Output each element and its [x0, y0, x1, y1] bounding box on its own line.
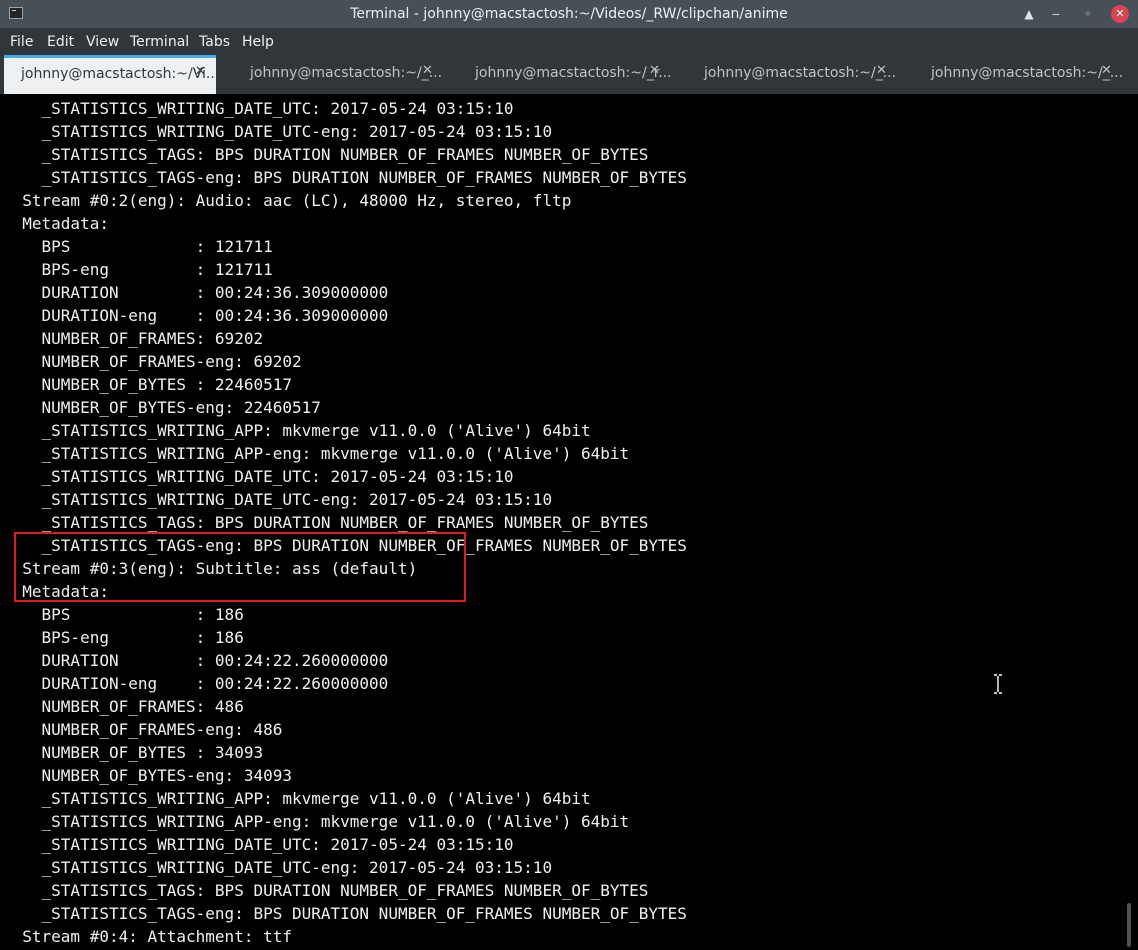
tab-2-label: johnny@macstactosh:~/_... — [250, 65, 443, 81]
window-title: Terminal - johnny@macstactosh:~/Videos/_… — [350, 6, 788, 22]
tab-1[interactable]: johnny@macstactosh:~/Vi... ✕ — [4, 55, 220, 94]
tab-5-label: johnny@macstactosh:~/_... — [931, 65, 1124, 81]
terminal-line: NUMBER_OF_BYTES : 22460517 — [3, 375, 292, 394]
menu-file[interactable]: File — [10, 34, 33, 50]
terminal-line: BPS-eng : 121711 — [3, 260, 273, 279]
terminal-output[interactable]: _STATISTICS_WRITING_DATE_UTC: 2017-05-24… — [0, 94, 1138, 950]
terminal-line: NUMBER_OF_BYTES : 34093 — [3, 743, 264, 762]
terminal-line: _STATISTICS_WRITING_DATE_UTC-eng: 2017-0… — [3, 490, 553, 509]
terminal-line: _STATISTICS_WRITING_DATE_UTC-eng: 2017-0… — [3, 122, 553, 141]
close-window-button[interactable]: ✕ — [1111, 5, 1129, 23]
terminal-line: Stream #0:4: Attachment: ttf — [3, 927, 292, 946]
menu-bar: File Edit View Terminal Tabs Help — [0, 28, 1138, 55]
terminal-line: Metadata: — [3, 214, 109, 233]
terminal-line: _STATISTICS_WRITING_APP-eng: mkvmerge v1… — [3, 444, 630, 463]
terminal-line: NUMBER_OF_FRAMES: 69202 — [3, 329, 264, 348]
terminal-line: DURATION-eng : 00:24:22.260000000 — [3, 674, 389, 693]
terminal-line: BPS-eng : 186 — [3, 628, 244, 647]
tab-1-close-icon[interactable]: ✕ — [195, 64, 206, 79]
tab-2-close-icon[interactable]: ✕ — [422, 63, 433, 78]
scrollbar-thumb[interactable] — [1127, 903, 1131, 947]
tab-2[interactable]: johnny@macstactosh:~/_... ✕ — [232, 55, 444, 94]
tab-4-close-icon[interactable]: ✕ — [876, 63, 887, 78]
tab-4-label: johnny@macstactosh:~/_... — [704, 65, 897, 81]
terminal-line: _STATISTICS_WRITING_APP-eng: mkvmerge v1… — [3, 812, 630, 831]
terminal-line: NUMBER_OF_FRAMES: 486 — [3, 697, 244, 716]
tab-bar: johnny@macstactosh:~/Vi... ✕ johnny@macs… — [0, 55, 1138, 94]
terminal-line: NUMBER_OF_BYTES-eng: 34093 — [3, 766, 292, 785]
menu-view[interactable]: View — [86, 34, 119, 50]
tab-1-label: johnny@macstactosh:~/Vi... — [21, 66, 220, 82]
terminal-line: _STATISTICS_WRITING_DATE_UTC-eng: 2017-0… — [3, 858, 553, 877]
menu-help[interactable]: Help — [242, 34, 274, 50]
terminal-line: DURATION : 00:24:36.309000000 — [3, 283, 389, 302]
terminal-line: _STATISTICS_WRITING_APP: mkvmerge v11.0.… — [3, 421, 591, 440]
menu-tabs[interactable]: Tabs — [199, 34, 230, 50]
terminal-line: BPS : 186 — [3, 605, 244, 624]
terminal-line: DURATION : 00:24:22.260000000 — [3, 651, 389, 670]
terminal-line: Stream #0:2(eng): Audio: aac (LC), 48000… — [3, 191, 572, 210]
terminal-line: _STATISTICS_WRITING_DATE_UTC: 2017-05-24… — [3, 835, 514, 854]
terminal-line: _STATISTICS_WRITING_DATE_UTC: 2017-05-24… — [3, 99, 514, 118]
keep-above-button[interactable]: ▲ — [1020, 5, 1038, 23]
terminal-line: DURATION-eng : 00:24:36.309000000 — [3, 306, 389, 325]
menu-terminal[interactable]: Terminal — [130, 34, 189, 50]
terminal-line: _STATISTICS_WRITING_APP: mkvmerge v11.0.… — [3, 789, 591, 808]
terminal-line: _STATISTICS_TAGS: BPS DURATION NUMBER_OF… — [3, 513, 649, 532]
terminal-line: NUMBER_OF_BYTES-eng: 22460517 — [3, 398, 321, 417]
tab-3-close-icon[interactable]: ✕ — [649, 63, 660, 78]
maximize-button[interactable]: ◦ — [1079, 5, 1097, 23]
tab-5-close-icon[interactable]: ✕ — [1101, 63, 1112, 78]
tab-4[interactable]: johnny@macstactosh:~/_... ✕ — [688, 55, 900, 94]
terminal-line: NUMBER_OF_FRAMES-eng: 486 — [3, 720, 283, 739]
terminal-line: _STATISTICS_TAGS-eng: BPS DURATION NUMBE… — [3, 904, 687, 923]
ibeam-cursor-icon — [994, 674, 1002, 694]
terminal-line: _STATISTICS_TAGS-eng: BPS DURATION NUMBE… — [3, 168, 687, 187]
scrollbar[interactable] — [1126, 96, 1134, 948]
terminal-line: NUMBER_OF_FRAMES-eng: 69202 — [3, 352, 302, 371]
terminal-line: _STATISTICS_TAGS: BPS DURATION NUMBER_OF… — [3, 145, 649, 164]
terminal-line: BPS : 121711 — [3, 237, 273, 256]
terminal-line: _STATISTICS_WRITING_DATE_UTC: 2017-05-24… — [3, 467, 514, 486]
tab-3-label: johnny@macstactosh:~/_r... — [475, 65, 672, 81]
highlight-annotation — [14, 532, 466, 602]
tab-3[interactable]: johnny@macstactosh:~/_r... ✕ — [460, 55, 672, 94]
title-bar[interactable]: Terminal - johnny@macstactosh:~/Videos/_… — [0, 0, 1138, 28]
tab-5[interactable]: johnny@macstactosh:~/_... ✕ — [916, 55, 1128, 94]
menu-edit[interactable]: Edit — [47, 34, 74, 50]
terminal-line: _STATISTICS_TAGS: BPS DURATION NUMBER_OF… — [3, 881, 649, 900]
minimize-button[interactable]: ‒ — [1047, 5, 1065, 23]
